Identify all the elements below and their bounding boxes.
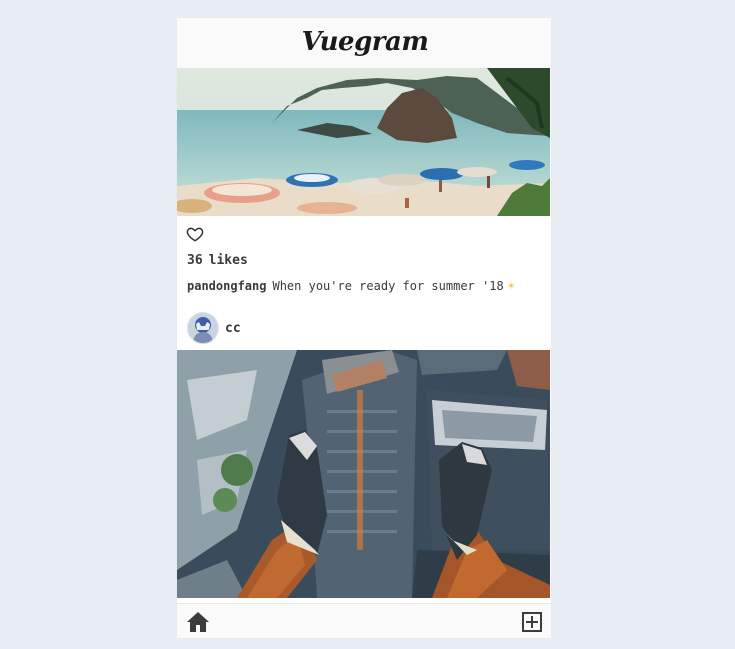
app-header: Vuegram <box>177 18 551 69</box>
home-icon[interactable] <box>186 611 210 633</box>
post-image-city[interactable] <box>177 350 550 598</box>
bottom-nav <box>177 603 551 638</box>
plus-square-icon[interactable] <box>522 612 542 632</box>
post: cc <box>177 312 551 598</box>
post-username[interactable]: cc <box>225 321 241 336</box>
post-user-row[interactable]: cc <box>177 312 551 344</box>
likes-count: 36 likes <box>187 253 248 268</box>
post-image-beach[interactable] <box>177 68 550 216</box>
app-screen: Vuegram 36 likes pandongfang When you're… <box>177 18 551 638</box>
post-caption: pandongfang When you're ready for summer … <box>177 278 551 294</box>
caption-text: When you're ready for summer '18 <box>272 279 504 293</box>
post: 36 likes pandongfang When you're ready for… <box>177 68 551 294</box>
heart-icon[interactable] <box>186 225 204 243</box>
feed[interactable]: 36 likes pandongfang When you're ready for… <box>177 68 551 603</box>
caption-username[interactable]: pandongfang <box>187 279 266 293</box>
sun-emoji: ☀ <box>507 279 515 293</box>
app-logo[interactable]: Vuegram <box>302 27 429 57</box>
post-actions <box>177 216 551 252</box>
avatar[interactable] <box>187 312 219 344</box>
